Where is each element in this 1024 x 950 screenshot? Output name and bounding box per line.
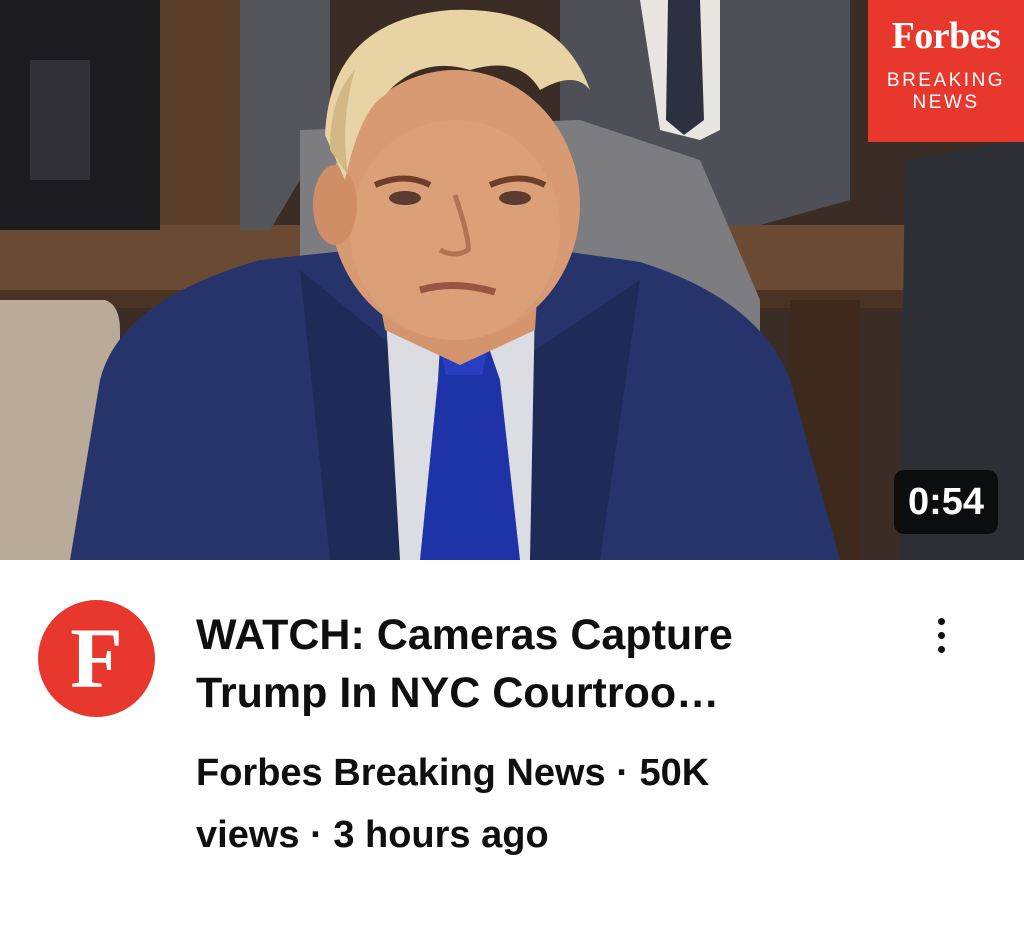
subline-row-2: views · 3 hours ago (196, 804, 896, 866)
upload-age: 3 hours ago (333, 814, 549, 856)
badge-line-1: BREAKING (886, 70, 1006, 91)
channel-avatar[interactable]: F (38, 600, 155, 717)
view-count-label: views (196, 814, 300, 856)
forbes-breaking-news-logo: Forbes BREAKING NEWS (868, 0, 1024, 142)
subline-row-1: Forbes Breaking News · 50K (196, 742, 896, 804)
kebab-dot (938, 632, 945, 639)
video-title-line-2: Trump In NYC Courtroo… (196, 669, 720, 717)
video-subline: Forbes Breaking News · 50K views · 3 hou… (196, 742, 896, 866)
separator-dot: · (310, 814, 323, 856)
video-thumbnail[interactable]: Forbes BREAKING NEWS 0:54 (0, 0, 1024, 560)
separator-dot: · (616, 752, 629, 794)
channel-name[interactable]: Forbes Breaking News (196, 752, 606, 794)
badge-brand: Forbes (891, 15, 1001, 57)
more-vertical-icon[interactable] (922, 610, 962, 660)
video-details: WATCH: Cameras Capture Trump In NYC Cour… (196, 606, 896, 866)
view-count: 50K (639, 752, 710, 794)
video-title-line-1: WATCH: Cameras Capture (196, 611, 733, 659)
video-meta: F WATCH: Cameras Capture Trump In NYC Co… (0, 560, 1024, 950)
video-title[interactable]: WATCH: Cameras Capture Trump In NYC Cour… (196, 606, 896, 722)
video-card[interactable]: Forbes BREAKING NEWS 0:54 F WATCH: Camer… (0, 0, 1024, 950)
kebab-dot (938, 618, 945, 625)
channel-avatar-letter: F (70, 610, 123, 706)
duration-badge: 0:54 (893, 470, 998, 534)
badge-line-2: NEWS (912, 92, 980, 113)
kebab-dot (938, 646, 945, 653)
